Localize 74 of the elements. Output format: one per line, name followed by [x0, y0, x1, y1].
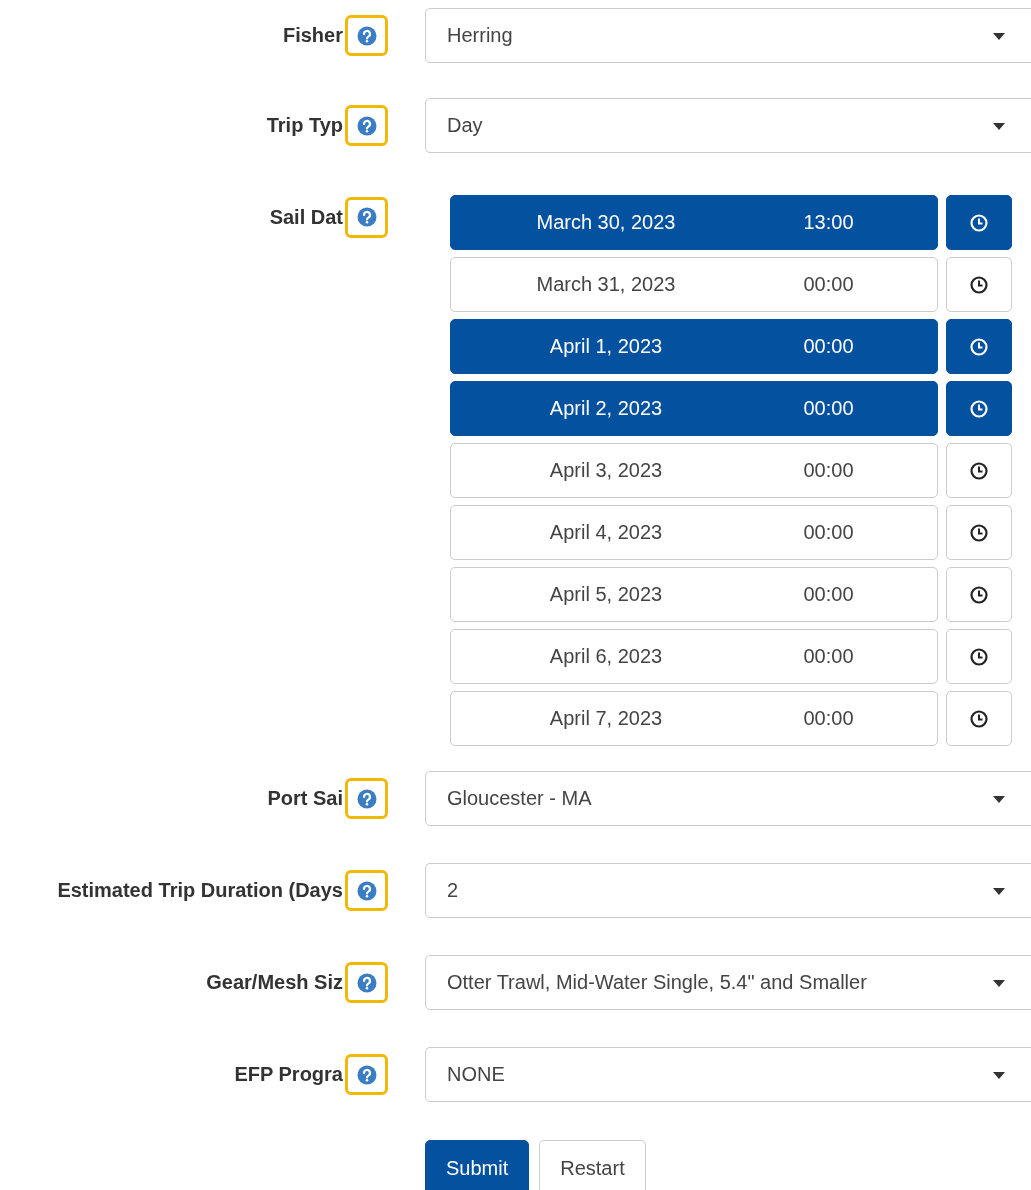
dropdown-field[interactable]: Gloucester - MA: [425, 771, 1031, 826]
help-icon: [356, 25, 377, 46]
caret-icon: [993, 1072, 1005, 1079]
clock-icon: [970, 647, 988, 666]
dropdown-field[interactable]: Herring: [425, 8, 1031, 63]
clock-icon: [970, 213, 988, 232]
date-text: April 3, 2023: [548, 459, 664, 482]
help-button[interactable]: [345, 15, 388, 56]
caret-icon: [993, 888, 1005, 895]
date-text: March 30, 2023: [535, 211, 677, 234]
help-button[interactable]: [345, 196, 388, 238]
clock-icon: [970, 523, 988, 542]
date-option[interactable]: April 5, 2023 00:00: [450, 567, 938, 622]
help-button[interactable]: [345, 870, 388, 911]
time-text: 00:00: [802, 397, 855, 420]
date-option[interactable]: April 2, 2023 00:00: [450, 381, 938, 436]
date-text: April 7, 2023: [548, 707, 664, 730]
dropdown-field[interactable]: NONE: [425, 1047, 1031, 1102]
help-icon: [356, 972, 377, 993]
help-button[interactable]: [345, 1054, 388, 1095]
field-label: Estimated Trip Duration (Days: [57, 879, 343, 902]
help-icon: [356, 1064, 377, 1085]
time-text: 00:00: [802, 459, 855, 482]
date-option[interactable]: April 1, 2023 00:00: [450, 319, 938, 374]
time-text: 00:00: [802, 645, 855, 668]
dropdown-field[interactable]: Day: [425, 98, 1031, 153]
date-option[interactable]: March 31, 2023 00:00: [450, 257, 938, 312]
clock-icon: [970, 585, 988, 604]
restart-button[interactable]: Restart: [539, 1140, 646, 1190]
time-text: 00:00: [802, 521, 855, 544]
clock-icon: [970, 275, 988, 294]
dropdown-field[interactable]: Otter Trawl, Mid-Water Single, 5.4" and Smaller: [425, 955, 1031, 1010]
clock-icon: [970, 709, 988, 728]
help-button[interactable]: [345, 105, 388, 146]
help-icon: [356, 880, 377, 901]
date-text: April 2, 2023: [548, 397, 664, 420]
field-label: Gear/Mesh Siz: [206, 971, 343, 994]
date-option[interactable]: April 3, 2023 00:00: [450, 443, 938, 498]
caret-icon: [993, 980, 1005, 987]
date-option[interactable]: April 7, 2023 00:00: [450, 691, 938, 746]
time-button[interactable]: [946, 319, 1012, 374]
field-label: Trip Typ: [266, 114, 343, 137]
field-label: Sail Dat: [269, 205, 343, 229]
time-text: 00:00: [802, 707, 855, 730]
date-text: April 1, 2023: [548, 335, 664, 358]
dropdown-field[interactable]: 2: [425, 863, 1031, 918]
date-text: April 6, 2023: [548, 645, 664, 668]
time-text: 13:00: [802, 211, 855, 234]
help-icon: [356, 788, 377, 809]
caret-icon: [993, 796, 1005, 803]
time-text: 00:00: [802, 335, 855, 358]
caret-icon: [993, 123, 1005, 130]
caret-icon: [993, 33, 1005, 40]
submit-button[interactable]: Submit: [425, 1140, 530, 1190]
field-label: Port Sai: [267, 787, 343, 810]
time-text: 00:00: [802, 583, 855, 606]
help-button[interactable]: [345, 778, 388, 819]
time-button[interactable]: [946, 195, 1012, 250]
help-icon: [356, 207, 377, 227]
help-icon: [356, 115, 377, 136]
clock-icon: [970, 337, 988, 356]
clock-icon: [970, 399, 988, 418]
date-option[interactable]: March 30, 2023 13:00: [450, 195, 938, 250]
field-label: EFP Progra: [234, 1063, 343, 1086]
date-text: April 4, 2023: [548, 521, 664, 544]
time-text: 00:00: [802, 273, 855, 296]
date-text: April 5, 2023: [548, 583, 664, 606]
date-option[interactable]: April 6, 2023 00:00: [450, 629, 938, 684]
clock-icon: [970, 461, 988, 480]
date-option[interactable]: April 4, 2023 00:00: [450, 505, 938, 560]
time-button[interactable]: [946, 381, 1012, 436]
field-label: Fisher: [282, 24, 343, 47]
date-text: March 31, 2023: [535, 273, 677, 296]
help-button[interactable]: [345, 962, 388, 1003]
